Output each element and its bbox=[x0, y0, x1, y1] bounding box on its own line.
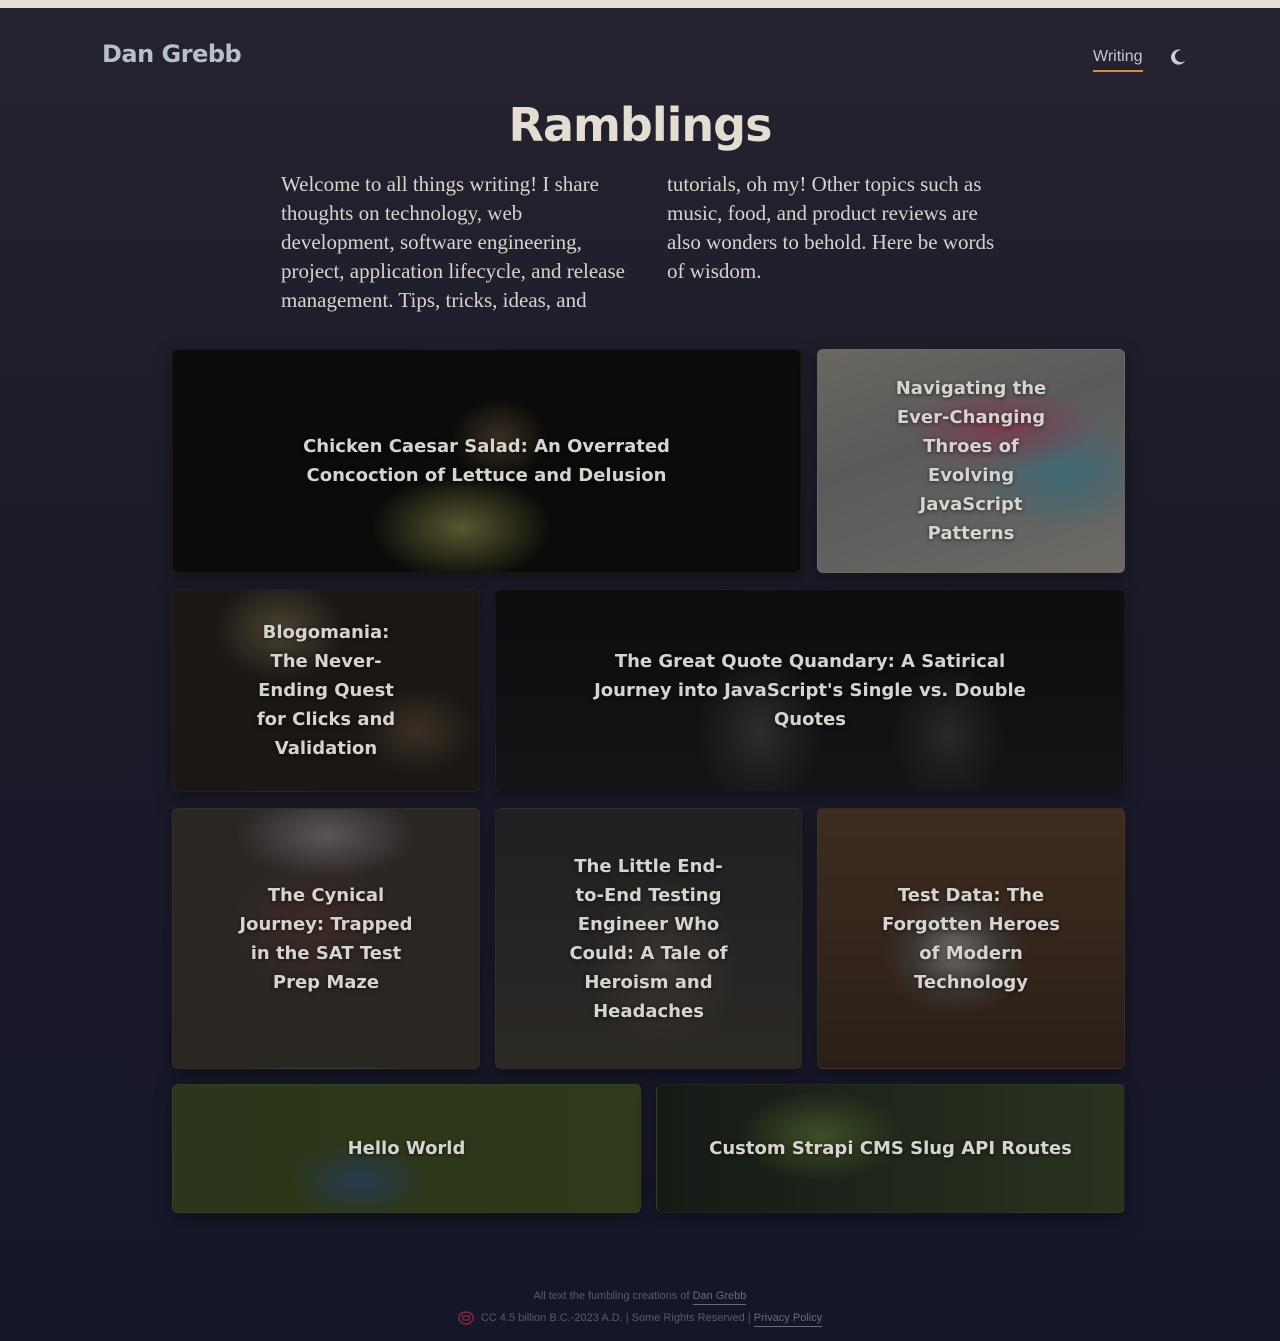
post-card-title: Chicken Caesar Salad: An Overrated Conco… bbox=[303, 436, 670, 486]
post-card[interactable]: Blogomania: The Never-Ending Quest for C… bbox=[172, 589, 480, 792]
post-card-title: The Great Quote Quandary: A Satirical Jo… bbox=[594, 651, 1026, 730]
post-card[interactable]: The Cynical Journey: Trapped in the SAT … bbox=[172, 808, 480, 1069]
post-card[interactable]: Test Data: The Forgotten Heroes of Moder… bbox=[817, 808, 1125, 1069]
privacy-policy-link[interactable]: Privacy Policy bbox=[753, 1311, 823, 1327]
footer-author-link[interactable]: Dan Grebb bbox=[692, 1290, 747, 1305]
footer-license-text: CC 4.5 billion B.C.-2023 A.D. | Some Rig… bbox=[480, 1311, 751, 1324]
moon-icon bbox=[1171, 49, 1186, 65]
theme-toggle-button[interactable] bbox=[1166, 46, 1190, 70]
post-card-title: Hello World bbox=[347, 1138, 466, 1159]
post-card[interactable]: Custom Strapi CMS Slug API Routes bbox=[656, 1084, 1125, 1213]
creative-commons-icon bbox=[458, 1311, 474, 1325]
footer-license: CC 4.5 billion B.C.-2023 A.D. | Some Rig… bbox=[0, 1311, 1280, 1327]
post-card-title: Blogomania: The Never-Ending Quest for C… bbox=[256, 622, 396, 759]
post-card[interactable]: The Little End-to-End Testing Engineer W… bbox=[495, 808, 802, 1069]
post-card-title: The Cynical Journey: Trapped in the SAT … bbox=[239, 884, 413, 993]
site-brand-link[interactable]: Dan Grebb bbox=[102, 40, 242, 68]
nav-link-writing[interactable]: Writing bbox=[1093, 48, 1143, 72]
footer-credit: All text the fumbling creations of Dan G… bbox=[0, 1290, 1280, 1305]
post-card[interactable]: Chicken Caesar Salad: An Overrated Conco… bbox=[172, 349, 801, 573]
post-card[interactable]: Navigating the Ever-Changing Throes of E… bbox=[817, 349, 1125, 573]
post-card-title: Test Data: The Forgotten Heroes of Moder… bbox=[882, 884, 1060, 993]
top-accent-bar bbox=[0, 0, 1280, 8]
intro-paragraph: Welcome to all things writing! I share t… bbox=[281, 172, 995, 312]
post-card[interactable]: Hello World bbox=[172, 1084, 641, 1213]
post-card-title: Custom Strapi CMS Slug API Routes bbox=[709, 1138, 1072, 1159]
post-card[interactable]: The Great Quote Quandary: A Satirical Jo… bbox=[495, 589, 1125, 792]
footer-credit-text: All text the fumbling creations of bbox=[533, 1290, 690, 1302]
page-title: Ramblings bbox=[508, 98, 773, 152]
post-card-title: Navigating the Ever-Changing Throes of E… bbox=[895, 378, 1047, 544]
post-card-title: The Little End-to-End Testing Engineer W… bbox=[569, 855, 728, 1022]
